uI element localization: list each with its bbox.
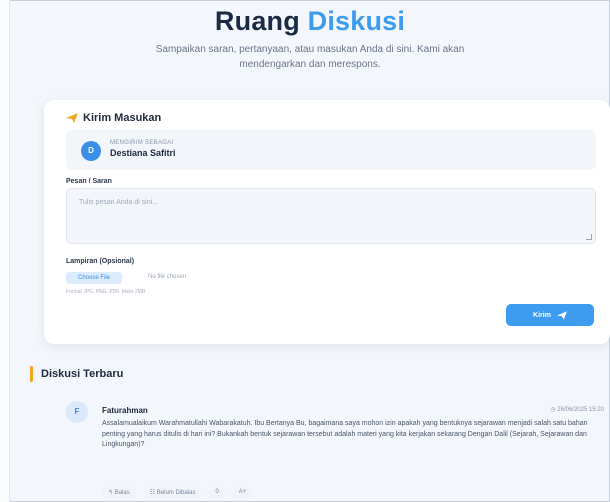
discussion-section-header: Diskusi Terbaru [30, 366, 123, 382]
subtitle-line1: Sampaikan saran, pertanyaan, atau masuka… [155, 44, 465, 55]
left-rule [0, 0, 10, 502]
reply-label: Balas [114, 490, 130, 496]
discussion-post: F Faturahman ◷ 26/06/2025 15:20 Assalamu… [66, 397, 610, 502]
post-date: ◷ 26/06/2025 15:20 [550, 406, 604, 413]
feedback-form-card: Kirim Masukan D MENGIRIM SEBAGAI Destian… [44, 100, 610, 344]
submit-label: Kirim [533, 311, 551, 319]
sender-caption: MENGIRIM SEBAGAI [110, 140, 174, 146]
choose-file-button[interactable]: Choose File [66, 272, 122, 284]
resize-grip-icon[interactable] [586, 234, 592, 240]
more-button[interactable]: A+ [232, 487, 253, 498]
post-body: Assalamualaikum Warahmatullahi Wabarakat… [102, 420, 588, 448]
post-author: Faturahman [102, 406, 148, 415]
send-icon [556, 310, 567, 320]
more-label: A+ [238, 489, 247, 495]
form-title-label: Kirim Masukan [83, 112, 162, 124]
message-textarea[interactable]: Tulis pesan Anda di sini... [66, 188, 596, 244]
sender-box: D MENGIRIM SEBAGAI Destiana Safitri [66, 130, 596, 170]
like-button[interactable]: 0 [209, 487, 225, 498]
form-title: Kirim Masukan [66, 112, 161, 124]
file-format-hint: Format JPG, PNG, PDF. Maks 2MB [66, 289, 146, 295]
message-label: Pesan / Saran [66, 178, 112, 185]
sender-name: Destiana Safitri [110, 148, 176, 158]
like-count: 0 [215, 489, 219, 495]
section-title: Diskusi Terbaru [41, 368, 124, 380]
reply-icon: ↰ [108, 490, 115, 496]
avatar: D [81, 141, 101, 161]
status-label: Belum Dibalas [156, 490, 196, 496]
post-date-text: 26/06/2025 15:20 [557, 407, 604, 413]
reply-button[interactable]: ↰ Balas [102, 487, 136, 498]
status-badge: ☷ Belum Dibalas [143, 487, 202, 498]
page-header: Ruang Diskusi Sampaikan saran, pertanyaa… [10, 0, 610, 72]
post-actions: ↰ Balas ☷ Belum Dibalas 0 A+ [102, 487, 253, 498]
post-avatar: F [66, 401, 88, 423]
submit-button[interactable]: Kirim [506, 304, 594, 326]
paper-plane-icon [66, 113, 78, 123]
title-main: Ruang [214, 6, 308, 36]
section-accent-bar [30, 366, 33, 382]
page-subtitle: Sampaikan saran, pertanyaan, atau masuka… [10, 42, 610, 72]
attachment-label: Lampiran (Opsional) [66, 258, 135, 265]
title-accent: Diskusi [307, 6, 406, 36]
page-title: Ruang Diskusi [10, 6, 610, 37]
no-file-text: No file chosen [148, 274, 187, 280]
subtitle-line2: mendengarkan dan merespons. [239, 59, 381, 70]
status-icon: ☷ [149, 490, 157, 496]
message-placeholder: Tulis pesan Anda di sini... [79, 199, 159, 206]
